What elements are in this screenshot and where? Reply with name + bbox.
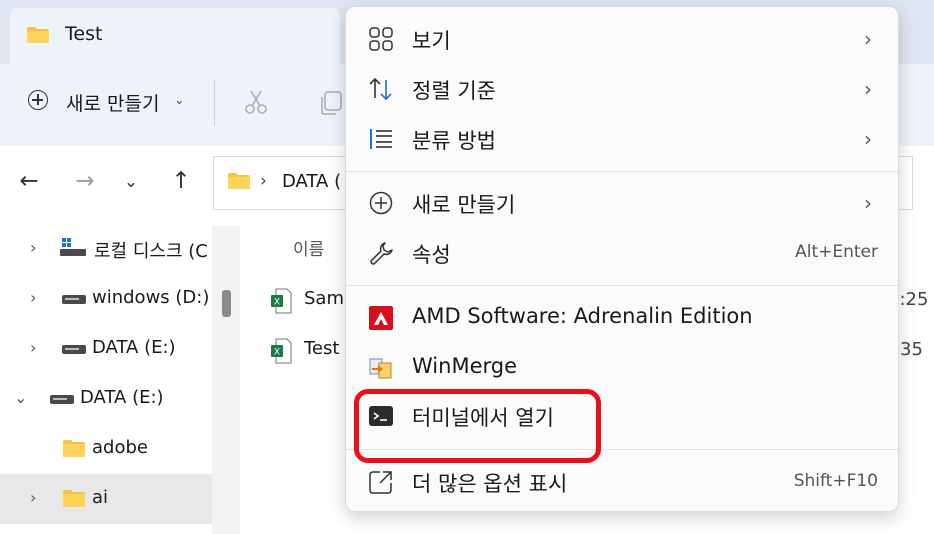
sidebar-item-label: DATA (E:): [92, 337, 176, 358]
copy-icon[interactable]: [318, 90, 344, 116]
view-icon: [369, 27, 393, 51]
menu-item-label: 더 많은 옵션 표시: [412, 472, 568, 496]
toolbar-divider: [214, 80, 215, 126]
windows-drive-icon: [60, 238, 86, 256]
chevron-right-icon: ›: [864, 27, 872, 51]
new-icon: [369, 191, 393, 215]
back-button[interactable]: ←: [14, 168, 44, 198]
scrollbar-thumb[interactable]: [222, 290, 231, 317]
menu-item-winmerge[interactable]: WinMerge: [352, 345, 892, 391]
excel-file-icon: X: [271, 288, 292, 314]
menu-item-view[interactable]: 보기 ›: [352, 16, 892, 62]
group-by-icon: [370, 129, 392, 149]
forward-button[interactable]: →: [70, 168, 100, 198]
sidebar-item-label: 로컬 디스크 (C: [94, 241, 208, 262]
breadcrumb[interactable]: DATA (: [282, 171, 341, 192]
menu-separator: [346, 171, 898, 172]
chevron-right-icon[interactable]: ›: [30, 338, 36, 357]
sidebar-item-label: DATA (E:): [80, 387, 164, 408]
sort-icon: [369, 77, 392, 101]
plus-circle-icon: [28, 90, 48, 110]
sidebar-item-label: windows (D:): [92, 287, 210, 308]
menu-item-new[interactable]: 새로 만들기 ›: [352, 180, 892, 226]
drive-icon: [62, 295, 86, 304]
chevron-down-icon: ⌄: [174, 93, 185, 108]
svg-text:X: X: [274, 298, 280, 308]
breadcrumb-separator[interactable]: ›: [260, 171, 267, 191]
shortcut-label: Shift+F10: [793, 471, 878, 491]
tab-title: Test: [65, 23, 103, 45]
chevron-right-icon[interactable]: ›: [30, 288, 36, 307]
sidebar-item-label: adobe: [92, 437, 148, 458]
menu-item-label: 정렬 기준: [412, 79, 496, 103]
file-name: Test: [304, 338, 340, 359]
file-modified-time: 35: [900, 339, 923, 360]
sidebar-item-windows-d[interactable]: › windows (D:): [0, 276, 212, 322]
column-header-name[interactable]: 이름: [293, 235, 324, 260]
chevron-right-icon[interactable]: ›: [30, 488, 36, 507]
menu-item-label: 새로 만들기: [412, 193, 516, 217]
sidebar-item-data-e-expanded[interactable]: ⌄ DATA (E:): [0, 376, 212, 422]
drive-icon: [50, 395, 74, 404]
chevron-right-icon: ›: [864, 127, 872, 151]
sidebar-item-local-disk-c[interactable]: › 로컬 디스크 (C: [0, 226, 212, 272]
chevron-right-icon: ›: [864, 191, 872, 215]
sidebar-scrollbar[interactable]: [212, 226, 240, 534]
shortcut-label: Alt+Enter: [795, 242, 878, 262]
amd-icon: [369, 306, 393, 330]
navigation-pane: › 로컬 디스크 (C › windows (D:) › DATA (E:) ⌄…: [0, 226, 240, 534]
recent-locations-button[interactable]: ⌄: [116, 172, 146, 202]
folder-icon: [228, 173, 250, 189]
chevron-down-icon[interactable]: ⌄: [14, 388, 27, 407]
menu-item-sort-by[interactable]: 정렬 기준 ›: [352, 66, 892, 112]
menu-item-label: 보기: [412, 29, 451, 53]
more-options-icon: [369, 471, 392, 494]
up-button[interactable]: ↑: [166, 168, 196, 198]
menu-item-amd-software[interactable]: AMD Software: Adrenalin Edition: [352, 295, 892, 341]
folder-icon: [63, 490, 85, 507]
new-button[interactable]: 새로 만들기 ⌄: [18, 78, 193, 128]
sidebar-item-data-e[interactable]: › DATA (E:): [0, 326, 212, 372]
highlight-annotation: [354, 389, 601, 463]
sidebar-item-ai[interactable]: › ai: [0, 474, 212, 524]
sidebar-item-label: ai: [92, 487, 109, 508]
menu-item-properties[interactable]: 속성 Alt+Enter: [352, 230, 892, 276]
new-button-label: 새로 만들기: [66, 93, 160, 115]
cut-icon[interactable]: [242, 88, 270, 116]
drive-icon: [62, 345, 86, 354]
excel-file-icon: X: [271, 338, 292, 364]
file-name: Sam: [304, 288, 344, 309]
menu-item-show-more-options[interactable]: 더 많은 옵션 표시 Shift+F10: [352, 459, 892, 505]
tab-test[interactable]: Test: [10, 8, 340, 64]
sidebar-item-adobe[interactable]: adobe: [0, 426, 212, 472]
wrench-icon: [370, 242, 393, 265]
winmerge-icon: [369, 358, 392, 379]
folder-icon: [27, 27, 49, 43]
menu-item-label: AMD Software: Adrenalin Edition: [412, 304, 753, 328]
chevron-right-icon: ›: [864, 77, 872, 101]
menu-item-label: 속성: [412, 243, 451, 267]
menu-item-label: WinMerge: [412, 354, 517, 378]
menu-item-group-by[interactable]: 분류 방법 ›: [352, 116, 892, 162]
menu-item-label: 분류 방법: [412, 129, 496, 153]
menu-separator: [346, 285, 898, 286]
svg-text:X: X: [274, 348, 280, 358]
folder-icon: [63, 440, 85, 457]
chevron-right-icon[interactable]: ›: [30, 238, 36, 257]
